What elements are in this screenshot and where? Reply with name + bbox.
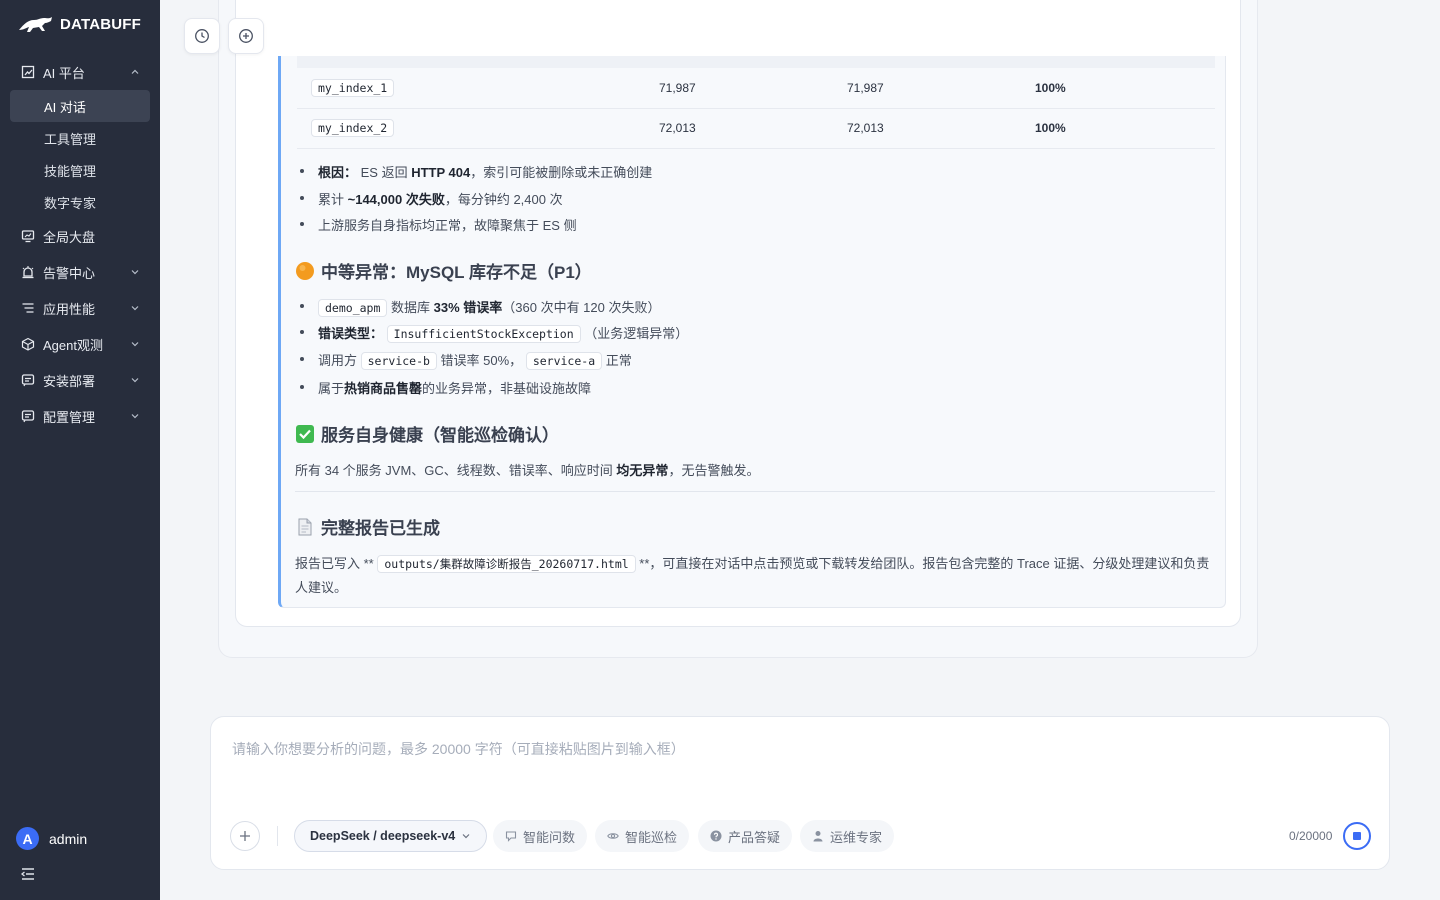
dashboard-icon	[21, 229, 35, 243]
list-item: 属于热销商品售罄的业务异常，非基础设施故障	[299, 378, 591, 397]
help-icon	[710, 830, 722, 842]
history-button[interactable]	[184, 18, 220, 54]
table-row: my_index_2 72,013 72,013 100%	[297, 109, 1215, 149]
config-icon	[21, 409, 35, 423]
list-icon	[21, 301, 35, 315]
chevron-down-icon	[131, 270, 139, 275]
sidebar-item-skill-management[interactable]: 技能管理	[0, 154, 160, 186]
list-item: demo_apm 数据库 33% 错误率（360 次中有 120 次失败）	[299, 297, 660, 317]
report-file-path: outputs/集群故障诊断报告_20260717.html	[377, 555, 636, 573]
orange-circle-icon	[295, 261, 315, 281]
table-cell: 72,013	[847, 121, 884, 135]
chip-product-qa[interactable]: 产品答疑	[698, 820, 793, 852]
table-cell: 71,987	[847, 81, 884, 95]
index-name: my_index_2	[311, 119, 395, 137]
sidebar-group-label: 全局大盘	[43, 229, 96, 245]
list-item: 上游服务自身指标均正常，故障聚焦于 ES 侧	[300, 215, 577, 234]
sidebar-group-label: 告警中心	[43, 265, 96, 281]
plus-circle-icon	[239, 29, 253, 43]
sidebar-group-install-deploy[interactable]: 安装部署	[0, 362, 160, 398]
chevron-down-icon	[462, 834, 470, 839]
section-heading-health: 服务自身健康（智能巡检确认）	[295, 421, 559, 446]
brand-logo[interactable]: DATABUFF	[18, 14, 141, 34]
panther-logo-icon	[19, 17, 52, 32]
index-name: my_index_1	[311, 79, 395, 97]
sidebar: DATABUFF AI 平台 AI 对话 工具管理 技能管理 数字专家 全局大盘…	[0, 0, 160, 900]
user-name: admin	[49, 830, 88, 847]
chevron-down-icon	[131, 414, 139, 419]
clock-icon	[195, 29, 209, 43]
chip-ops-expert[interactable]: 运维专家	[800, 820, 895, 852]
list-item: 累计 ~144,000 次失败，每分钟约 2,400 次	[300, 189, 563, 208]
stop-button[interactable]	[1343, 822, 1371, 850]
attach-button[interactable]	[230, 821, 260, 851]
cube-icon	[21, 337, 35, 351]
chevron-down-icon	[131, 342, 139, 347]
sidebar-group-ai-platform[interactable]: AI 平台	[0, 54, 160, 90]
table-cell: 72,013	[659, 121, 696, 135]
plus-icon	[240, 831, 250, 841]
chat-input[interactable]: 请输入你想要分析的问题，最多 20000 字符（可直接粘贴图片到输入框）	[232, 739, 685, 759]
chevron-up-icon	[131, 69, 139, 74]
model-select[interactable]: DeepSeek / deepseek-v4	[294, 820, 488, 852]
sidebar-group-app-performance[interactable]: 应用性能	[0, 290, 160, 326]
table-cell: 100%	[1035, 121, 1066, 135]
section-heading-report: 完整报告已生成	[295, 514, 440, 539]
sidebar-item-tool-management[interactable]: 工具管理	[0, 122, 160, 154]
sidebar-group-global-dashboard[interactable]: 全局大盘	[0, 218, 160, 254]
list-item: 根因： ES 返回 HTTP 404，索引可能被删除或未正确创建	[299, 162, 652, 181]
sidebar-group-config-management[interactable]: 配置管理	[0, 398, 160, 434]
sidebar-group-label: AI 平台	[43, 65, 85, 81]
sidebar-group-label: 安装部署	[43, 373, 96, 389]
model-select-value: DeepSeek / deepseek-v4	[310, 829, 456, 843]
sidebar-group-label: Agent观测	[43, 337, 103, 353]
document-icon	[295, 517, 315, 537]
install-icon	[21, 373, 35, 387]
divider	[295, 491, 1215, 492]
stop-icon	[1353, 832, 1361, 840]
check-mark-icon	[295, 424, 315, 444]
chat-input-box: 请输入你想要分析的问题，最多 20000 字符（可直接粘贴图片到输入框） Dee…	[210, 716, 1390, 870]
table-cell: 100%	[1035, 81, 1066, 95]
new-chat-button[interactable]	[228, 18, 264, 54]
table-row: my_index_1 71,987 71,987 100%	[297, 69, 1215, 109]
sidebar-group-alarm-center[interactable]: 告警中心	[0, 254, 160, 290]
health-summary: 所有 34 个服务 JVM、GC、线程数、错误率、响应时间 均无异常，无告警触发…	[295, 463, 760, 478]
chevron-down-icon	[131, 306, 139, 311]
chat-icon	[505, 831, 517, 842]
chart-icon	[21, 65, 35, 79]
alarm-icon	[21, 265, 35, 279]
toolbar-divider	[277, 826, 278, 846]
chevron-down-icon	[131, 378, 139, 383]
avatar: A	[16, 827, 39, 850]
report-summary: 报告已写入 ** outputs/集群故障诊断报告_20260717.html …	[295, 555, 1210, 595]
report-block: my_index_1 71,987 71,987 100% my_index_2…	[278, 56, 1226, 608]
table-cell: 71,987	[659, 81, 696, 95]
user-profile[interactable]: A admin	[16, 827, 87, 850]
sidebar-group-label: 配置管理	[43, 409, 96, 425]
chip-smart-inspection[interactable]: 智能巡检	[595, 820, 690, 852]
user-icon	[813, 831, 823, 842]
eye-icon	[607, 833, 619, 839]
sidebar-item-ai-chat[interactable]: AI 对话	[10, 90, 150, 122]
sidebar-nav: AI 平台 AI 对话 工具管理 技能管理 数字专家 全局大盘 告警中心 应用性…	[0, 54, 160, 434]
table-header-remnant	[297, 56, 1215, 68]
list-item: 错误类型： InsufficientStockException （业务逻辑异常…	[299, 323, 688, 343]
sidebar-group-label: 应用性能	[43, 301, 96, 317]
collapse-sidebar-icon[interactable]	[20, 866, 36, 882]
char-counter: 0/20000	[1289, 829, 1333, 843]
section-heading-mysql: 中等异常：MySQL 库存不足（P1）	[295, 258, 592, 283]
brand-name: DATABUFF	[60, 15, 142, 33]
sidebar-item-digital-expert[interactable]: 数字专家	[0, 186, 160, 218]
chip-smart-query[interactable]: 智能问数	[493, 820, 588, 852]
list-item: 调用方 service-b 错误率 50%， service-a 正常	[300, 350, 632, 370]
sidebar-group-agent-observe[interactable]: Agent观测	[0, 326, 160, 362]
